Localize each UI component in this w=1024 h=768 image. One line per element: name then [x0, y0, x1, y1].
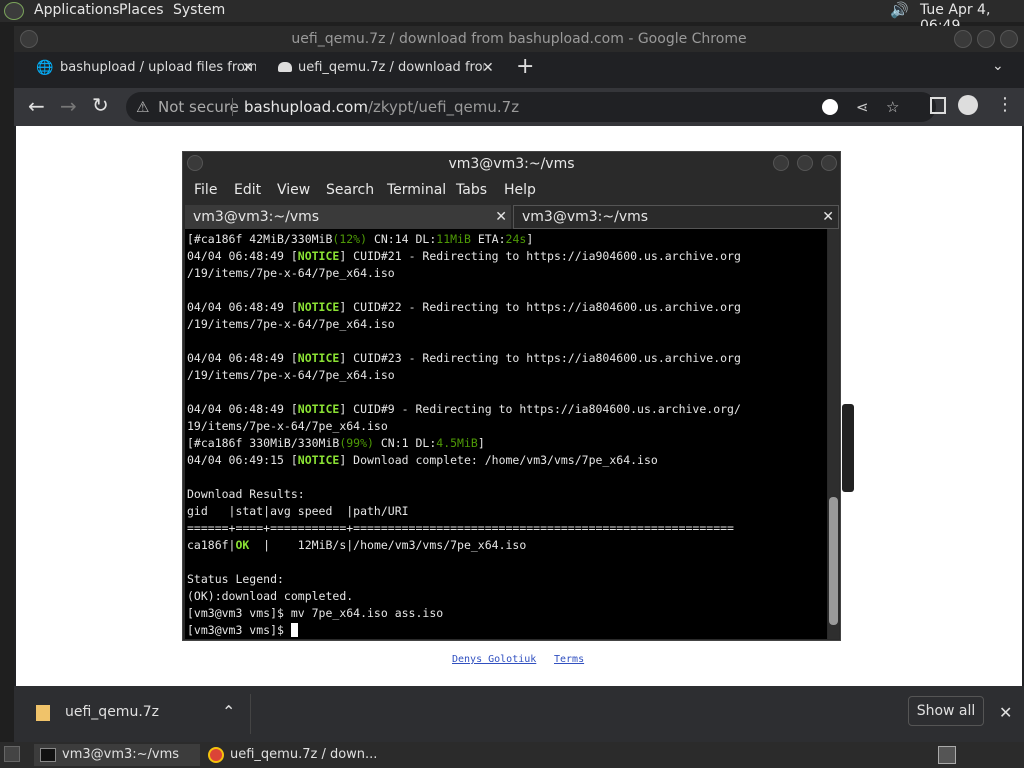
tab-download[interactable]: uefi_qemu.7z / download from: [276, 54, 484, 82]
workspace-switcher-icon[interactable]: [938, 746, 956, 764]
back-icon[interactable]: ←: [28, 94, 45, 118]
chrome-icon: [208, 747, 224, 763]
download-filename[interactable]: uefi_qemu.7z: [65, 704, 159, 720]
terminal-lines: [#ca186f 42MiB/330MiB(12%) CN:14 DL:11Mi…: [187, 231, 741, 639]
terminal-menu-terminal[interactable]: Terminal: [387, 182, 446, 198]
link-denys[interactable]: Denys Golotiuk: [452, 654, 536, 665]
close-downloads-icon[interactable]: ✕: [999, 703, 1012, 722]
url-text: bashupload.com/zkypt/uefi_qemu.7z: [244, 98, 520, 116]
terminal-menu-view[interactable]: View: [277, 182, 310, 198]
bookmark-star-icon[interactable]: ☆: [886, 92, 899, 122]
terminal-line: (OK):download completed.: [187, 589, 354, 603]
new-tab-button[interactable]: +: [516, 54, 534, 79]
terminal-icon: [40, 748, 56, 762]
terminal-tab-1[interactable]: vm3@vm3:~/vms ✕: [185, 205, 511, 229]
security-label: Not secure: [158, 98, 239, 116]
show-all-button[interactable]: Show all: [908, 696, 984, 726]
address-bar[interactable]: ⚠ Not secure bashupload.com/zkypt/uefi_q…: [126, 92, 936, 122]
tab-search-chevron-icon[interactable]: ⌄: [992, 58, 1004, 74]
terminal-menubar: File Edit View Search Terminal Tabs Help: [183, 176, 840, 204]
volume-icon[interactable]: 🔊: [890, 1, 909, 19]
google-lens-icon[interactable]: [822, 99, 838, 115]
taskbar-item-terminal[interactable]: vm3@vm3:~/vms: [34, 744, 200, 766]
terminal-menu-edit[interactable]: Edit: [234, 182, 261, 198]
terminal-output[interactable]: [#ca186f 42MiB/330MiB(12%) CN:14 DL:11Mi…: [185, 229, 827, 639]
terminal-window: vm3@vm3:~/vms File Edit View Search Term…: [182, 151, 841, 641]
terminal-line: 04/04 06:48:49 [NOTICE] CUID#22 - Redire…: [187, 300, 741, 314]
omnibox-divider: [232, 98, 233, 116]
top-panel: Applications Places System 🔊 Tue Apr 4, …: [0, 0, 1024, 34]
forward-icon[interactable]: →: [60, 94, 77, 118]
cloud-icon: [278, 62, 292, 72]
terminal-menu-icon[interactable]: [187, 155, 203, 171]
terminal-tab-close-icon[interactable]: ✕: [495, 205, 507, 229]
terminal-tabs: vm3@vm3:~/vms ✕ vm3@vm3:~/vms ✕: [183, 205, 840, 229]
download-chevron-up-icon[interactable]: ⌃: [222, 702, 235, 721]
terminal-line: 04/04 06:48:49 [NOTICE] CUID#9 - Redirec…: [187, 402, 741, 416]
tab-close-icon[interactable]: ✕: [242, 60, 254, 76]
terminal-menu-help[interactable]: Help: [504, 182, 536, 198]
terminal-scrollbar[interactable]: [828, 229, 839, 639]
terminal-line: 04/04 06:49:15 [NOTICE] Download complet…: [187, 453, 658, 467]
cursor: [290, 623, 298, 637]
terminal-line: [vm3@vm3 vms]$ mv 7pe_x64.iso ass.iso: [187, 606, 444, 620]
terminal-line: [vm3@vm3 vms]$: [187, 622, 741, 639]
share-icon[interactable]: ⋖: [856, 92, 869, 122]
terminal-line: Download Results:: [187, 487, 305, 501]
terminal-maximize-icon[interactable]: [797, 155, 813, 171]
globe-icon: 🌐: [36, 60, 54, 76]
side-panel-icon[interactable]: [930, 97, 946, 114]
terminal-tab-2[interactable]: vm3@vm3:~/vms ✕: [513, 205, 839, 229]
tab-bashupload[interactable]: 🌐 bashupload / upload files from: [34, 54, 256, 82]
terminal-menu-tabs[interactable]: Tabs: [456, 182, 487, 198]
menu-places[interactable]: Places: [119, 2, 164, 18]
terminal-scroll-thumb[interactable]: [829, 497, 838, 625]
terminal-line: [#ca186f 330MiB/330MiB(99%) CN:1 DL:4.5M…: [187, 436, 485, 450]
terminal-line: [#ca186f 42MiB/330MiB(12%) CN:14 DL:11Mi…: [187, 232, 534, 246]
maximize-icon[interactable]: [977, 30, 995, 48]
downloads-bar: uefi_qemu.7z ⌃ Show all ✕: [14, 686, 1024, 742]
toolbar: ← → ↻ ⚠ Not secure bashupload.com/zkypt/…: [14, 88, 1024, 126]
terminal-menu-search[interactable]: Search: [326, 182, 374, 198]
close-window-icon[interactable]: [1000, 30, 1018, 48]
warning-icon: ⚠: [136, 98, 150, 116]
terminal-menu-file[interactable]: File: [194, 182, 217, 198]
menu-applications[interactable]: Applications: [34, 2, 120, 18]
page-scroll-handle[interactable]: [842, 404, 854, 492]
reload-icon[interactable]: ↻: [92, 93, 109, 117]
taskbar-item-chrome[interactable]: uefi_qemu.7z / down...: [204, 744, 384, 766]
terminal-minimize-icon[interactable]: [773, 155, 789, 171]
file-icon: [36, 705, 50, 721]
terminal-line: ca186f|OK | 12MiB/s|/home/vm3/vms/7pe_x6…: [187, 538, 527, 552]
window-menu-icon[interactable]: [20, 30, 38, 48]
terminal-line: ======+====+===========+================…: [187, 521, 734, 535]
terminal-line: /19/items/7pe-x-64/7pe_x64.iso: [187, 317, 395, 331]
terminal-close-icon[interactable]: [821, 155, 837, 171]
link-terms[interactable]: Terms: [554, 654, 584, 665]
show-desktop-icon[interactable]: [4, 746, 20, 762]
distro-logo-icon[interactable]: [4, 2, 24, 20]
bottom-taskbar: vm3@vm3:~/vms uefi_qemu.7z / down...: [0, 742, 1024, 768]
terminal-line: 04/04 06:48:49 [NOTICE] CUID#21 - Redire…: [187, 249, 741, 263]
terminal-line: 19/items/7pe-x-64/7pe_x64.iso: [187, 419, 388, 433]
terminal-line: 04/04 06:48:49 [NOTICE] CUID#23 - Redire…: [187, 351, 741, 365]
terminal-title: vm3@vm3:~/vms: [448, 156, 575, 172]
terminal-tab-close-icon[interactable]: ✕: [822, 205, 834, 229]
terminal-line: Status Legend:: [187, 572, 284, 586]
menu-system[interactable]: System: [173, 2, 225, 18]
terminal-line: /19/items/7pe-x-64/7pe_x64.iso: [187, 266, 395, 280]
divider: [250, 694, 251, 734]
window-title: uefi_qemu.7z / download from bashupload.…: [14, 26, 1024, 52]
tab-close-icon[interactable]: ✕: [482, 60, 494, 76]
profile-avatar-icon[interactable]: [958, 95, 978, 115]
terminal-line: /19/items/7pe-x-64/7pe_x64.iso: [187, 368, 395, 382]
more-menu-icon[interactable]: ⋮: [996, 94, 1014, 115]
terminal-line: gid |stat|avg speed |path/URI: [187, 504, 409, 518]
minimize-icon[interactable]: [954, 30, 972, 48]
